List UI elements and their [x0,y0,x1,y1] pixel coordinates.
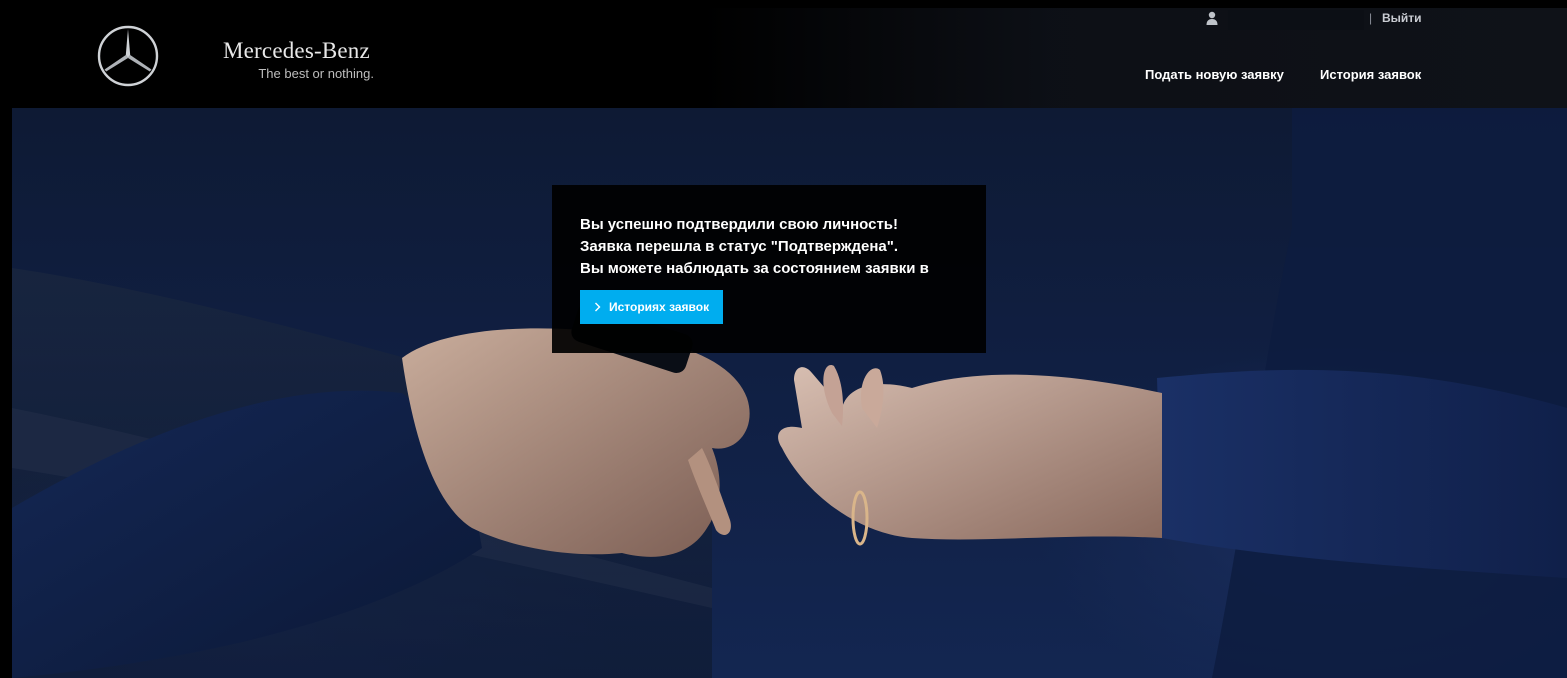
nav-new-request[interactable]: Подать новую заявку [1145,67,1284,82]
nav-request-history[interactable]: История заявок [1320,67,1421,82]
mercedes-star-icon[interactable] [97,25,159,87]
brand-name: Mercedes-Benz [223,38,370,63]
notice-line-1: Вы успешно подтвердили свою личность! [580,216,899,233]
header-separator: | [1369,11,1373,25]
request-history-button[interactable]: Историях заявок [580,290,724,324]
success-notice: Вы успешно подтвердили свою личность! За… [552,185,986,353]
user-icon [1206,11,1218,25]
user-name-field [1228,10,1364,30]
notice-line-3: Вы можете наблюдать за состоянием заявки… [580,260,929,277]
logout-link[interactable]: Выйти [1382,11,1422,25]
brand-slogan: The best or nothing. [258,66,374,81]
chevron-right-icon [595,302,601,312]
page: Mercedes-Benz The best or nothing. | Вый… [0,0,1567,678]
notice-line-2: Заявка перешла в статус "Подтверждена". [580,238,899,255]
request-history-button-label: Историях заявок [609,300,710,314]
site-header: Mercedes-Benz The best or nothing. | Вый… [0,0,1567,108]
header-shade [700,8,1567,108]
